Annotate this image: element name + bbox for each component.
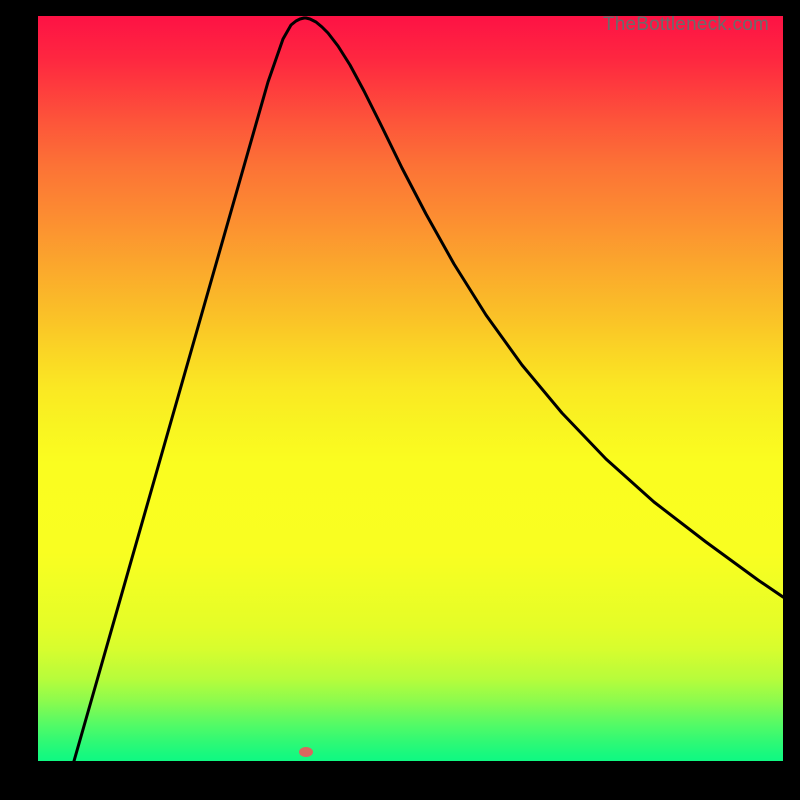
marker-dot bbox=[299, 747, 313, 757]
plot-area: TheBottleneck.com bbox=[38, 16, 783, 761]
chart-frame: TheBottleneck.com bbox=[0, 0, 800, 800]
chart-svg bbox=[38, 16, 783, 761]
bottleneck-curve bbox=[74, 18, 783, 761]
